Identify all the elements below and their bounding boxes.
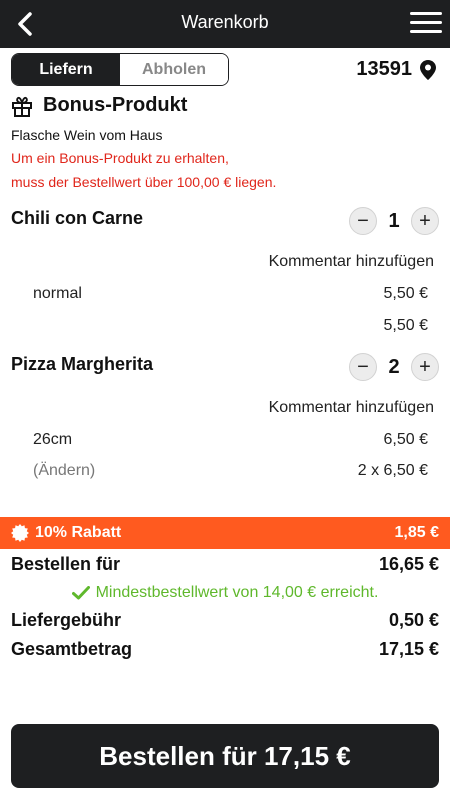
quantity-value: 2 — [388, 355, 400, 378]
total-row: Gesamtbetrag 17,15 € — [11, 639, 439, 660]
postcode-text: 13591 — [356, 58, 412, 80]
top-app-bar: Warenkorb — [0, 0, 450, 48]
delivery-fee-value: 0,50 € — [388, 610, 439, 630]
quantity-stepper: − 1 + — [349, 206, 439, 236]
item-option: normal — [33, 285, 82, 302]
delivery-option-abholen[interactable]: Abholen — [120, 54, 228, 85]
option-price: 5,50 € — [383, 285, 428, 302]
min-order-notice: Mindestbestellwert von 14,00 € erreicht. — [0, 584, 450, 602]
decrease-quantity-button[interactable]: − — [349, 207, 377, 235]
increase-quantity-button[interactable]: + — [411, 207, 439, 235]
checkout-button[interactable]: Bestellen für 17,15 € — [11, 724, 439, 788]
bonus-header: Bonus-Produkt — [11, 94, 187, 117]
discount-value: 1,85 € — [394, 524, 439, 541]
gift-icon — [12, 96, 32, 117]
decrease-quantity-button[interactable]: − — [349, 353, 377, 381]
bonus-notice-line-1: Um ein Bonus-Produkt zu erhalten, — [11, 150, 229, 166]
min-order-text: Mindestbestellwert von 14,00 € erreicht. — [95, 584, 379, 601]
postcode-selector[interactable]: 13591 — [356, 58, 436, 81]
hamburger-menu-icon[interactable] — [410, 12, 442, 36]
item-option: 26cm — [33, 431, 73, 448]
map-pin-icon — [420, 59, 436, 80]
badge-icon — [11, 524, 29, 542]
cart-item-name: Pizza Margherita — [11, 354, 154, 374]
check-icon — [71, 586, 90, 600]
delivery-option-liefern[interactable]: Liefern — [12, 54, 120, 85]
order-for-row: Bestellen für 16,65 € — [11, 554, 439, 575]
add-comment-link[interactable]: Kommentar hinzufügen — [269, 253, 434, 271]
option-price: 6,50 € — [383, 431, 428, 448]
discount-label: 10% Rabatt — [35, 524, 122, 541]
delivery-mode-toggle: Liefern Abholen — [11, 53, 229, 86]
discount-label-group: 10% Rabatt — [11, 524, 121, 542]
total-value: 17,15 € — [378, 639, 439, 659]
page-title: Warenkorb — [181, 12, 269, 32]
bonus-title: Bonus-Produkt — [43, 94, 188, 116]
delivery-fee-label: Liefergebühr — [11, 610, 122, 630]
add-comment-link[interactable]: Kommentar hinzufügen — [269, 399, 434, 417]
quantity-stepper: − 2 + — [349, 352, 439, 382]
increase-quantity-button[interactable]: + — [411, 353, 439, 381]
delivery-fee-row: Liefergebühr 0,50 € — [11, 610, 439, 631]
bonus-product-name: Flasche Wein vom Haus — [11, 127, 163, 143]
order-for-value: 16,65 € — [378, 554, 439, 574]
order-for-label: Bestellen für — [11, 554, 121, 574]
cart-item-name: Chili con Carne — [11, 208, 144, 228]
discount-bar: 10% Rabatt 1,85 € — [0, 517, 450, 549]
item-total: 2 x 6,50 € — [357, 462, 428, 479]
item-total: 5,50 € — [383, 317, 428, 334]
bonus-notice-line-2: muss der Bestellwert über 100,00 € liege… — [11, 174, 277, 190]
total-label: Gesamtbetrag — [11, 639, 133, 659]
quantity-value: 1 — [388, 209, 400, 232]
change-item-link[interactable]: (Ändern) — [33, 462, 95, 480]
